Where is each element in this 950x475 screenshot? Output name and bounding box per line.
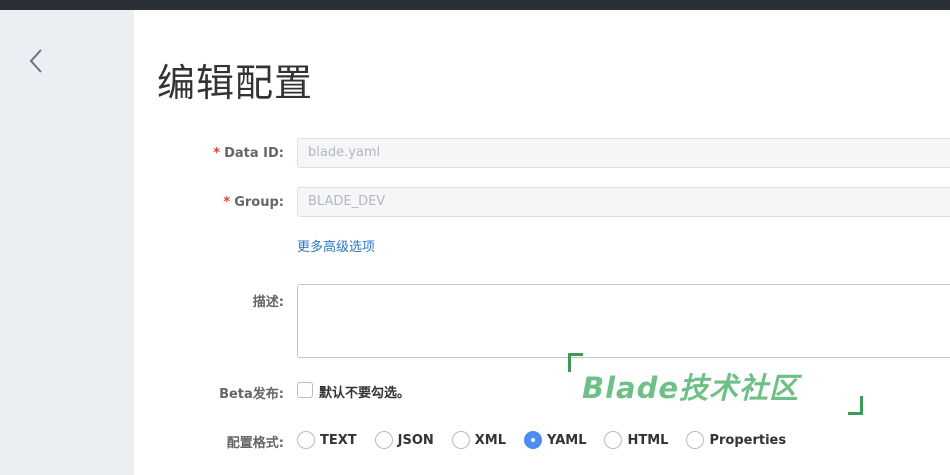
group-field[interactable]: BLADE_DEV bbox=[297, 187, 950, 217]
radio-button[interactable] bbox=[604, 431, 623, 449]
top-bar bbox=[0, 0, 950, 10]
radio-label: XML bbox=[474, 432, 507, 448]
back-button[interactable] bbox=[22, 44, 50, 78]
radio-option-properties[interactable]: Properties bbox=[686, 431, 786, 449]
group-label: * Group: bbox=[84, 195, 284, 210]
required-mark: * bbox=[223, 195, 231, 210]
data-id-label: * Data ID: bbox=[84, 146, 284, 161]
radio-label: JSON bbox=[397, 432, 434, 448]
beta-checkbox[interactable] bbox=[297, 382, 313, 398]
description-textarea[interactable] bbox=[297, 284, 950, 358]
watermark-bracket bbox=[568, 353, 583, 372]
radio-option-xml[interactable]: XML bbox=[451, 431, 507, 449]
watermark-bracket bbox=[848, 396, 863, 415]
sidebar bbox=[0, 10, 134, 475]
beta-label: Beta发布: bbox=[219, 387, 284, 402]
radio-option-html[interactable]: HTML bbox=[604, 431, 668, 449]
radio-option-yaml[interactable]: YAML bbox=[524, 431, 586, 449]
group-label-text: Group: bbox=[234, 195, 284, 210]
format-radio-group: TEXT JSON XML YAML HTML Properties bbox=[297, 431, 804, 449]
format-label: 配置格式: bbox=[226, 436, 284, 451]
radio-label: HTML bbox=[627, 432, 669, 448]
radio-option-text[interactable]: TEXT bbox=[297, 431, 357, 449]
radio-button[interactable] bbox=[686, 431, 705, 449]
radio-button-selected[interactable] bbox=[524, 431, 543, 449]
chevron-left-icon bbox=[29, 49, 42, 73]
radio-button[interactable] bbox=[374, 431, 393, 449]
radio-label: YAML bbox=[547, 432, 587, 448]
radio-button[interactable] bbox=[451, 431, 470, 449]
watermark-text: Blade技术社区 bbox=[582, 371, 800, 405]
radio-button[interactable] bbox=[297, 431, 315, 449]
page-title: 编辑配置 bbox=[157, 61, 314, 105]
required-mark: * bbox=[213, 146, 221, 161]
data-id-field[interactable]: blade.yaml bbox=[297, 138, 950, 168]
beta-checkbox-label: 默认不要勾选。 bbox=[319, 386, 411, 401]
radio-label: TEXT bbox=[320, 432, 357, 448]
advanced-options-link[interactable]: 更多高级选项 bbox=[297, 236, 375, 255]
description-label: 描述: bbox=[252, 295, 284, 310]
radio-option-json[interactable]: JSON bbox=[374, 431, 434, 449]
data-id-label-text: Data ID: bbox=[224, 146, 284, 161]
radio-label: Properties bbox=[709, 432, 787, 448]
